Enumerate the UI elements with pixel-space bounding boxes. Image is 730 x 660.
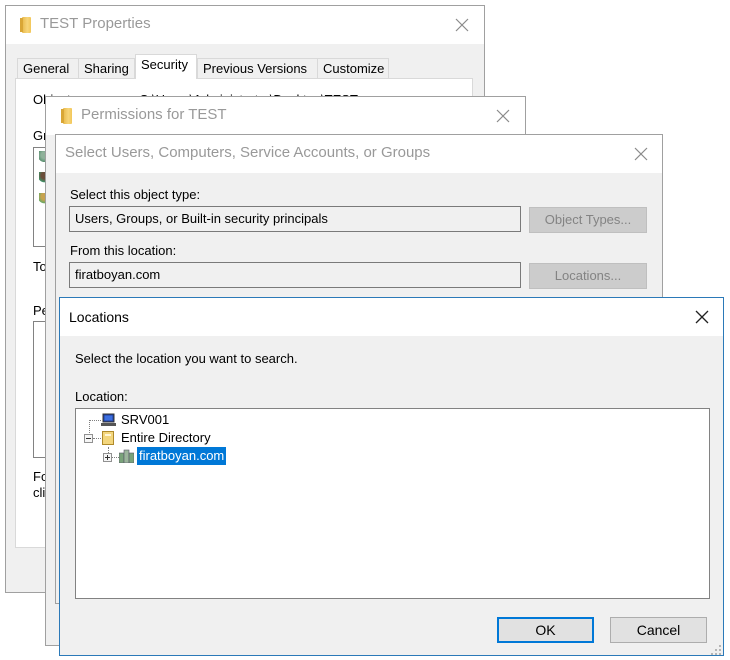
tree-node-label[interactable]: Entire Directory — [119, 429, 213, 447]
object-types-button[interactable]: Object Types... — [529, 207, 647, 233]
permissions-titlebar[interactable]: Permissions for TEST — [46, 97, 525, 135]
location-field: firatboyan.com — [69, 262, 521, 288]
properties-title: TEST Properties — [40, 15, 151, 32]
select-users-title: Select Users, Computers, Service Account… — [65, 144, 431, 161]
tab-customize[interactable]: Customize — [317, 58, 389, 78]
advanced-click-text: cli — [33, 485, 46, 500]
cancel-button[interactable]: Cancel — [610, 617, 707, 643]
properties-titlebar[interactable]: TEST Properties — [6, 6, 484, 44]
locations-button[interactable]: Locations... — [529, 263, 647, 289]
domain-icon — [118, 449, 135, 464]
instruction-text: Select the location you want to search. — [75, 351, 298, 366]
location-tree[interactable]: SRV001 Entire Directory firatboyan.com — [75, 408, 710, 599]
tree-node-label[interactable]: SRV001 — [119, 411, 171, 429]
computer-icon — [101, 413, 116, 426]
collapse-icon[interactable] — [84, 434, 93, 443]
directory-icon — [102, 431, 114, 445]
expand-icon[interactable] — [103, 453, 112, 462]
object-type-field: Users, Groups, or Built-in security prin… — [69, 206, 521, 232]
tab-security[interactable]: Security — [135, 54, 197, 79]
tree-connector — [89, 420, 101, 421]
tab-sharing[interactable]: Sharing — [78, 58, 135, 78]
locations-title: Locations — [69, 309, 129, 325]
tab-general[interactable]: General — [17, 58, 79, 78]
locations-titlebar[interactable]: Locations — [60, 298, 723, 336]
close-icon[interactable] — [454, 17, 470, 33]
tree-connector — [93, 438, 101, 439]
resize-grip-icon[interactable] — [711, 643, 721, 655]
close-icon[interactable] — [694, 309, 710, 325]
tab-previous-versions[interactable]: Previous Versions — [197, 58, 318, 78]
location-label: From this location: — [70, 243, 177, 258]
permissions-title: Permissions for TEST — [81, 106, 227, 123]
select-users-titlebar[interactable]: Select Users, Computers, Service Account… — [56, 135, 662, 173]
object-type-label: Select this object type: — [70, 187, 201, 202]
close-icon[interactable] — [495, 108, 511, 124]
location-tree-label: Location: — [75, 389, 128, 404]
ok-button[interactable]: OK — [497, 617, 594, 643]
locations-window: Locations Select the location you want t… — [59, 297, 724, 656]
tree-connector — [112, 457, 119, 458]
folder-icon — [61, 108, 72, 124]
close-icon[interactable] — [633, 146, 649, 162]
tree-node-label[interactable]: firatboyan.com — [137, 447, 227, 465]
folder-icon — [20, 17, 31, 33]
